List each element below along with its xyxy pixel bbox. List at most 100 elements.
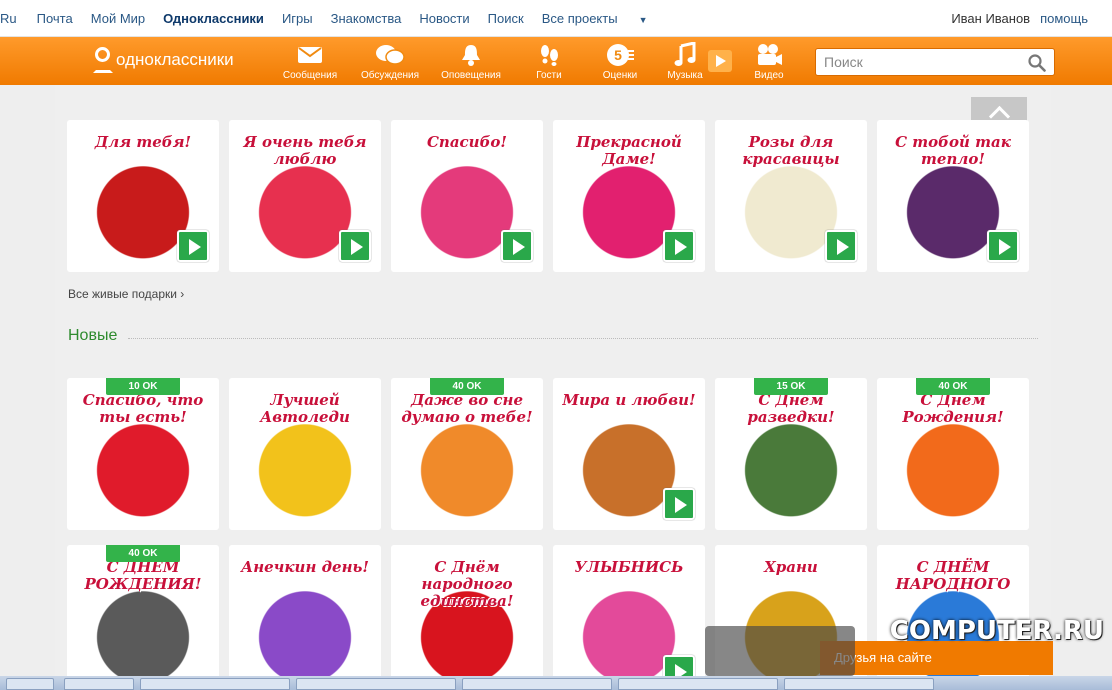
all-live-gifts-link[interactable]: Все живые подарки › bbox=[68, 287, 184, 301]
taskbar-button[interactable] bbox=[462, 678, 612, 690]
gift-caption: Спасибо, что ты есть! bbox=[82, 391, 204, 426]
gift-card[interactable]: Розы для красавицы bbox=[715, 120, 867, 272]
gift-caption: Даже во сне думаю о тебе! bbox=[401, 391, 533, 426]
gift-card[interactable]: Я очень тебя люблю bbox=[229, 120, 381, 272]
gift-card[interactable]: Даже во сне думаю о тебе! 40 OK bbox=[391, 378, 543, 530]
gift-card[interactable]: С ДНЕМ РОЖДЕНИЯ! 40 OK bbox=[67, 545, 219, 690]
gift-card[interactable]: УЛЫБНИСЬ bbox=[553, 545, 705, 690]
gift-caption: Храни bbox=[764, 558, 818, 576]
taskbar-button[interactable] bbox=[140, 678, 290, 690]
logo-text: одноклассники bbox=[116, 50, 234, 69]
chevron-down-icon: ▼ bbox=[638, 15, 648, 25]
help-link[interactable]: помощь bbox=[1040, 11, 1088, 26]
gift-image: Даже во сне думаю о тебе! bbox=[399, 386, 535, 522]
gift-image: Анечкин день! bbox=[237, 553, 373, 689]
nav-discussions[interactable]: Обсуждения bbox=[355, 41, 425, 81]
gift-caption: Для тебя! bbox=[94, 133, 192, 151]
footprints-icon bbox=[514, 41, 584, 69]
play-icon[interactable] bbox=[501, 230, 533, 262]
price-badge: 40 OK bbox=[430, 378, 504, 395]
svg-text:5: 5 bbox=[614, 47, 622, 63]
video-camera-icon bbox=[734, 41, 804, 69]
bell-icon bbox=[436, 41, 506, 69]
gift-caption: Спасибо! bbox=[426, 133, 508, 151]
gift-caption: Я очень тебя люблю bbox=[243, 133, 367, 168]
search-icon[interactable] bbox=[1028, 54, 1046, 77]
gift-card[interactable]: Лучшей Автоледи bbox=[229, 378, 381, 530]
nav-ratings-label: Оценки bbox=[602, 70, 638, 81]
play-icon[interactable] bbox=[663, 488, 695, 520]
portal-link-ru[interactable]: Ru bbox=[0, 11, 17, 26]
gift-card[interactable]: Мира и любви! bbox=[553, 378, 705, 530]
user-name[interactable]: Иван Иванов bbox=[951, 11, 1030, 26]
taskbar-button[interactable] bbox=[296, 678, 456, 690]
portal-links: Ru Почта Мой Мир Одноклассники Игры Знак… bbox=[0, 0, 683, 37]
search-box bbox=[815, 48, 1055, 76]
gift-caption: Мира и любви! bbox=[562, 391, 696, 409]
gift-card[interactable]: Для тебя! bbox=[67, 120, 219, 272]
price-badge: 40 OK bbox=[106, 545, 180, 562]
price-badge: 10 OK bbox=[106, 378, 180, 395]
gift-card[interactable]: Спасибо, что ты есть! 10 OK bbox=[67, 378, 219, 530]
gift-image: С Днём Рождения! bbox=[885, 386, 1021, 522]
gift-caption: С тобой так тепло! bbox=[895, 133, 1011, 168]
rating-five-icon: 5 bbox=[585, 41, 655, 69]
all-projects-label: Все проекты bbox=[541, 11, 618, 26]
portal-link-mymir[interactable]: Мой Мир bbox=[91, 11, 145, 26]
gift-card[interactable]: Прекрасной Даме! bbox=[553, 120, 705, 272]
portal-topbar: Ru Почта Мой Мир Одноклассники Игры Знак… bbox=[0, 0, 1112, 37]
taskbar-button[interactable] bbox=[6, 678, 54, 690]
gift-card[interactable]: Спасибо! bbox=[391, 120, 543, 272]
gift-card[interactable]: С Днём разведки! 15 OK bbox=[715, 378, 867, 530]
gift-image: Спасибо, что ты есть! bbox=[75, 386, 211, 522]
portal-link-odnoklassniki[interactable]: Одноклассники bbox=[163, 11, 264, 26]
play-icon[interactable] bbox=[177, 230, 209, 262]
gift-caption: Лучшей Автоледи bbox=[260, 391, 350, 426]
portal-link-all-projects[interactable]: Все проекты ▼ bbox=[542, 11, 666, 26]
price-badge: 40 OK bbox=[916, 378, 990, 395]
envelope-icon bbox=[275, 41, 345, 69]
portal-link-mail[interactable]: Почта bbox=[37, 11, 73, 26]
gift-image: С Днём разведки! bbox=[723, 386, 859, 522]
nav-video-label: Видео bbox=[754, 70, 784, 81]
windows-taskbar bbox=[0, 676, 1112, 690]
taskbar-button[interactable] bbox=[784, 678, 934, 690]
play-icon[interactable] bbox=[663, 230, 695, 262]
taskbar-button[interactable] bbox=[64, 678, 134, 690]
gift-card[interactable]: Анечкин день! bbox=[229, 545, 381, 690]
play-icon[interactable] bbox=[339, 230, 371, 262]
nav-ratings[interactable]: 5 Оценки bbox=[585, 41, 655, 81]
gift-caption: С ДНЕМ РОЖДЕНИЯ! bbox=[84, 558, 202, 593]
gift-caption: С Днём разведки! bbox=[747, 391, 835, 426]
play-icon[interactable] bbox=[987, 230, 1019, 262]
nav-guests-label: Гости bbox=[536, 70, 562, 81]
topbar-user-area: Иван Иванов помощь bbox=[951, 0, 1088, 37]
section-divider bbox=[128, 338, 1038, 339]
gift-image: Лучшей Автоледи bbox=[237, 386, 373, 522]
taskbar-button[interactable] bbox=[618, 678, 778, 690]
gift-card[interactable]: С Днём народного единства! bbox=[391, 545, 543, 690]
site-logo[interactable]: одноклассники bbox=[92, 47, 234, 73]
portal-link-games[interactable]: Игры bbox=[282, 11, 313, 26]
gift-caption: С ДНЁМ НАРОДНОГО bbox=[895, 558, 1011, 593]
nav-notifications[interactable]: Оповещения bbox=[436, 41, 506, 81]
chat-bubbles-icon bbox=[355, 41, 425, 69]
nav-messages[interactable]: Сообщения bbox=[275, 41, 345, 81]
portal-link-news[interactable]: Новости bbox=[419, 11, 469, 26]
play-icon[interactable] bbox=[825, 230, 857, 262]
section-title-new: Новые bbox=[68, 327, 118, 344]
nav-video[interactable]: Видео bbox=[734, 41, 804, 81]
nav-guests[interactable]: Гости bbox=[514, 41, 584, 81]
gift-image: С Днём народного единства! bbox=[399, 553, 535, 689]
music-play-button[interactable] bbox=[708, 50, 732, 72]
watermark: COMPUTER.RU bbox=[705, 612, 1110, 676]
portal-link-search[interactable]: Поиск bbox=[488, 11, 524, 26]
nav-notifications-label: Оповещения bbox=[441, 70, 501, 81]
portal-link-dating[interactable]: Знакомства bbox=[331, 11, 402, 26]
search-input[interactable] bbox=[824, 49, 1024, 75]
nav-discussions-label: Обсуждения bbox=[360, 70, 420, 81]
gift-caption: Прекрасной Даме! bbox=[576, 133, 682, 168]
gift-card[interactable]: С Днём Рождения! 40 OK bbox=[877, 378, 1029, 530]
ok-logo-icon bbox=[92, 47, 113, 73]
gift-card[interactable]: С тобой так тепло! bbox=[877, 120, 1029, 272]
